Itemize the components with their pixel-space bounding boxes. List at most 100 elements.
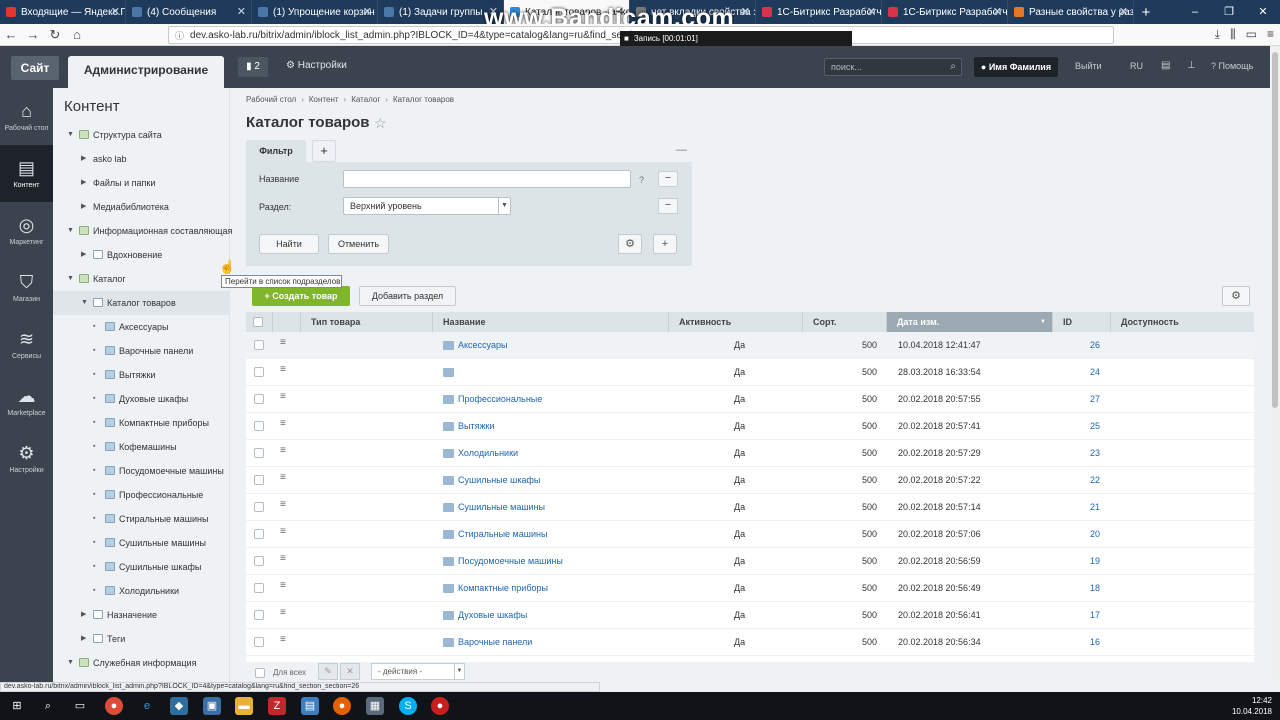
row-menu-icon[interactable]: ≡ xyxy=(280,580,286,591)
maximize-button[interactable]: ❐ xyxy=(1212,0,1246,24)
remove-name-filter-button[interactable]: − xyxy=(658,171,678,187)
tree-item[interactable]: ▪ Сушильные машины xyxy=(53,531,230,555)
row-name-link[interactable]: Посудомоечные машины xyxy=(458,556,563,566)
row-menu-icon[interactable]: ≡ xyxy=(280,553,286,564)
row-checkbox[interactable] xyxy=(254,421,264,431)
tree-item[interactable]: ▪ Посудомоечные машины xyxy=(53,459,230,483)
close-tab-icon[interactable]: ✕ xyxy=(741,5,750,18)
row-checkbox[interactable] xyxy=(254,556,264,566)
browser-tab[interactable]: Разные свойства у раз ✕ xyxy=(1008,0,1134,24)
tree-expand-icon[interactable]: ▪ xyxy=(93,555,95,579)
grid-settings-gear-icon[interactable]: ⚙ xyxy=(1222,286,1250,306)
settings-link[interactable]: ⚙ Настройки xyxy=(286,60,347,71)
bandicam-icon[interactable]: ● xyxy=(431,697,449,715)
library-icon[interactable]: ⫼ xyxy=(1230,27,1236,42)
minimize-button[interactable]: – xyxy=(1178,0,1212,24)
tree-expand-icon[interactable]: ▪ xyxy=(93,315,95,339)
tree-expand-icon[interactable]: ▶ xyxy=(81,147,86,171)
column-active[interactable]: Активность xyxy=(669,312,803,332)
row-name-link[interactable]: Компактные приборы xyxy=(458,583,548,593)
row-name-link[interactable]: Сушильные шкафы xyxy=(458,475,540,485)
folder-icon[interactable]: ▬ xyxy=(235,697,253,715)
tree-expand-icon[interactable]: ▶ xyxy=(81,195,86,219)
search-icon[interactable]: ⌕ xyxy=(39,697,57,715)
row-checkbox[interactable] xyxy=(254,583,264,593)
column-name[interactable]: Название xyxy=(433,312,669,332)
filezilla-icon[interactable]: Z xyxy=(268,697,286,715)
browser-tab[interactable]: (1) Упрощение корзин ✕ xyxy=(252,0,378,24)
search-icon[interactable]: ⌕ xyxy=(950,61,956,72)
collapse-filter-icon[interactable]: — xyxy=(676,144,687,156)
language-switch[interactable]: RU xyxy=(1130,61,1143,71)
column-availability[interactable]: Доступность xyxy=(1111,312,1254,332)
sidebar-icon[interactable]: ▭ xyxy=(1246,27,1257,42)
tree-expand-icon[interactable]: ▪ xyxy=(93,411,95,435)
add-section-button[interactable]: Добавить раздел xyxy=(359,286,456,306)
row-id-link[interactable]: 23 xyxy=(1090,448,1100,458)
tree-item[interactable]: ▼ Служебная информация xyxy=(53,651,230,675)
row-menu-icon[interactable]: ≡ xyxy=(280,391,286,402)
column-product-type[interactable]: Тип товара xyxy=(301,312,433,332)
row-name-link[interactable]: Варочные панели xyxy=(458,637,532,647)
tree-item[interactable]: ▪ Стиральные машины xyxy=(53,507,230,531)
row-id-link[interactable]: 21 xyxy=(1090,502,1100,512)
logout-link[interactable]: Выйти xyxy=(1075,61,1102,71)
add-filter-field-button[interactable]: + xyxy=(653,234,677,254)
row-menu-icon[interactable]: ≡ xyxy=(280,499,286,510)
filter-tab[interactable]: Фильтр xyxy=(246,140,306,162)
scroll-thumb[interactable] xyxy=(1272,52,1278,408)
edit-pencil-icon[interactable]: ✎ xyxy=(318,663,338,680)
chrome-icon[interactable]: ● xyxy=(105,697,123,715)
close-tab-icon[interactable]: ✕ xyxy=(111,5,120,18)
admin-tab[interactable]: Администрирование xyxy=(68,56,224,88)
close-window-button[interactable]: ✕ xyxy=(1246,0,1280,24)
row-name-link[interactable]: Духовые шкафы xyxy=(458,610,527,620)
row-id-link[interactable]: 26 xyxy=(1090,340,1100,350)
left-menu-item[interactable]: ⚙ Настройки xyxy=(0,430,53,487)
tree-item[interactable]: ▪ Духовые шкафы xyxy=(53,387,230,411)
delete-x-icon[interactable]: ✕ xyxy=(340,663,360,680)
row-id-link[interactable]: 18 xyxy=(1090,583,1100,593)
firefox-icon[interactable]: ● xyxy=(333,697,351,715)
tree-expand-icon[interactable]: ▪ xyxy=(93,339,95,363)
calculator-icon[interactable]: ▦ xyxy=(366,697,384,715)
browser-tab[interactable]: (4) Сообщения ✕ xyxy=(126,0,252,24)
tree-expand-icon[interactable]: ▼ xyxy=(67,123,74,147)
tree-item[interactable]: ▼ Каталог xyxy=(53,267,230,291)
left-menu-item[interactable]: ◎ Маркетинг xyxy=(0,202,53,259)
info-icon[interactable]: ⓘ xyxy=(175,29,184,42)
browser-tab[interactable]: 1С-Битрикс Разработчи ✕ xyxy=(882,0,1008,24)
table-row[interactable]: ≡ Вытяжки Да 500 20.02.2018 20:57:41 25 xyxy=(246,413,1254,440)
admin-search-input[interactable]: поиск... ⌕ xyxy=(824,58,962,76)
row-checkbox[interactable] xyxy=(254,367,264,377)
skype-icon[interactable]: S xyxy=(399,697,417,715)
notifications-button[interactable]: ▮ 2 xyxy=(238,57,268,77)
row-id-link[interactable]: 25 xyxy=(1090,421,1100,431)
add-filter-tab-button[interactable]: + xyxy=(312,140,336,162)
new-tab-button[interactable]: + xyxy=(1134,0,1158,24)
breadcrumb-link[interactable]: Контент xyxy=(309,95,339,104)
left-menu-item[interactable]: ≋ Сервисы xyxy=(0,316,53,373)
row-checkbox[interactable] xyxy=(254,637,264,647)
tree-expand-icon[interactable]: ▪ xyxy=(93,363,95,387)
column-id[interactable]: ID xyxy=(1053,312,1111,332)
close-tab-icon[interactable]: ✕ xyxy=(867,5,876,18)
tree-item[interactable]: ▪ Вытяжки xyxy=(53,363,230,387)
row-id-link[interactable]: 17 xyxy=(1090,610,1100,620)
layout-icon[interactable]: ▤ xyxy=(1161,60,1170,71)
row-checkbox[interactable] xyxy=(254,610,264,620)
row-checkbox[interactable] xyxy=(254,475,264,485)
table-row[interactable]: ≡ Аксессуары Да 500 10.04.2018 12:41:47 26 xyxy=(246,332,1254,359)
tree-expand-icon[interactable]: ▼ xyxy=(67,651,74,675)
tree-expand-icon[interactable]: ▶ xyxy=(81,243,86,267)
table-row[interactable]: ≡ Сушильные машины Да 500 20.02.2018 20:57:1… xyxy=(246,494,1254,521)
table-row[interactable]: ≡ Холодильники Да 500 20.02.2018 20:57:29 23 xyxy=(246,440,1254,467)
tree-item[interactable]: ▼ Каталог товаров xyxy=(53,291,230,315)
tree-expand-icon[interactable]: ▼ xyxy=(67,219,74,243)
column-sort[interactable]: Сорт. xyxy=(803,312,887,332)
favorite-star-icon[interactable]: ☆ xyxy=(374,115,387,132)
row-name-link[interactable]: Сушильные машины xyxy=(458,502,545,512)
menu-icon[interactable]: ≡ xyxy=(1267,27,1274,42)
close-tab-icon[interactable]: ✕ xyxy=(237,5,246,18)
tree-item[interactable]: ▪ Сушильные шкафы xyxy=(53,555,230,579)
